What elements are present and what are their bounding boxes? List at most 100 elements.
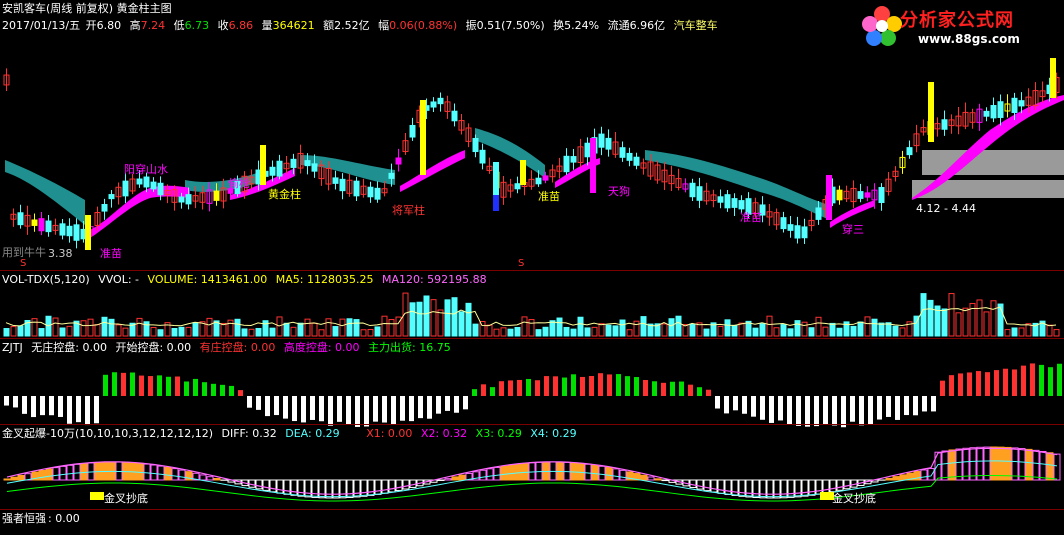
divider-vol-zjtj xyxy=(0,338,1064,339)
candle-body xyxy=(430,101,437,108)
jc-diff: DIFF: 0.32 xyxy=(221,427,277,440)
volume-bar xyxy=(612,325,619,337)
annotation-touqiang: 偷枪 xyxy=(228,177,250,190)
jc-down-bar xyxy=(717,479,725,494)
volume-bar xyxy=(465,302,472,337)
zjtj-down-bar xyxy=(13,396,18,408)
highlight-candle xyxy=(928,82,934,142)
jc-down-bar xyxy=(304,479,312,498)
resistance-zone xyxy=(922,150,1064,175)
zjtj-down-bar xyxy=(40,396,45,416)
zjtj-up-bar xyxy=(1039,364,1044,396)
volume-bar xyxy=(157,329,164,337)
jc-up-bar xyxy=(976,446,984,481)
zjtj-down-bar xyxy=(364,396,369,427)
candle-body xyxy=(332,177,339,184)
candle-body xyxy=(997,101,1004,118)
jc-down-bar xyxy=(283,479,291,495)
volume-bar xyxy=(899,327,906,337)
highlight-candle xyxy=(85,215,91,250)
candle-body xyxy=(619,147,626,158)
volume-bar xyxy=(360,329,367,337)
jc-up-bar xyxy=(73,463,81,481)
jc-up-bar xyxy=(969,447,977,481)
signal-s1: S xyxy=(20,258,27,269)
candle-body xyxy=(983,110,990,117)
jc-down-bar xyxy=(269,479,277,493)
zjtj-up-bar xyxy=(220,384,225,396)
zjtj-down-bar xyxy=(913,396,918,416)
volume-bar xyxy=(556,317,563,337)
jc-down-bar xyxy=(297,479,305,497)
jc-down-bar xyxy=(745,479,753,498)
jc-down-bar xyxy=(836,479,844,491)
jc-down-bar xyxy=(710,479,718,493)
candle-body xyxy=(472,137,479,153)
zjtj-up-bar xyxy=(607,374,612,396)
zjtj-up-bar xyxy=(472,389,477,396)
volume-bar xyxy=(948,293,955,337)
volume-bar xyxy=(605,324,612,337)
zjtj-down-bar xyxy=(85,396,90,426)
candle-body xyxy=(143,176,150,188)
annotation-zhunmiao-3: 准苗 xyxy=(740,211,762,224)
zjtj-up-bar xyxy=(589,375,594,396)
zjtj-up-bar xyxy=(1021,365,1026,396)
candle-body xyxy=(696,186,703,201)
jc-x3: X3: 0.29 xyxy=(475,427,522,440)
candle-body xyxy=(878,187,885,203)
zjtj-wuzhuang: 无庄控盘: 0.00 xyxy=(31,341,107,354)
jc-up-bar xyxy=(1039,450,1047,481)
volume-bar xyxy=(780,324,787,337)
candle-body xyxy=(136,178,143,185)
volume-bar xyxy=(885,322,892,337)
zjtj-down-bar xyxy=(841,396,846,428)
candle-body xyxy=(276,160,283,177)
jc-down-bar xyxy=(787,479,795,498)
volume-bar xyxy=(598,323,605,337)
jc-down-bar xyxy=(262,479,270,491)
highlight-candle xyxy=(590,138,596,193)
zjtj-up-bar xyxy=(193,378,198,396)
jc-up-bar xyxy=(52,467,60,481)
zjtj-up-bar xyxy=(562,377,567,396)
volume-bar xyxy=(241,328,248,337)
jc-up-bar xyxy=(591,464,599,481)
volume-bar xyxy=(80,320,87,337)
volume-bar xyxy=(192,322,199,337)
zjtj-down-bar xyxy=(715,396,720,409)
jc-down-bar xyxy=(367,479,375,496)
jc-up-bar xyxy=(171,468,179,481)
volume-bar xyxy=(591,326,598,337)
jc-down-bar xyxy=(843,479,851,490)
zjtj-down-bar xyxy=(319,396,324,422)
volume-bar xyxy=(269,327,276,337)
jc-down-bar xyxy=(276,479,284,494)
volume-bar xyxy=(619,319,626,337)
zjtj-down-bar xyxy=(769,396,774,423)
volume-bar xyxy=(31,318,38,337)
zjtj-down-bar xyxy=(391,396,396,425)
candle-body xyxy=(731,198,738,208)
volume-bar xyxy=(430,299,437,337)
volume-bar xyxy=(59,327,66,337)
zjtj-up-bar xyxy=(994,370,999,396)
zjtj-up-bar xyxy=(229,385,234,396)
zjtj-down-bar xyxy=(373,396,378,422)
zjtj-up-bar xyxy=(508,380,513,396)
volume-bar xyxy=(318,329,325,337)
strong-value: : 0.00 xyxy=(48,512,80,525)
jc-up-bar xyxy=(157,465,165,481)
volume-bar xyxy=(101,316,108,337)
jc-up-bar xyxy=(612,468,620,481)
zjtj-up-bar xyxy=(121,372,126,396)
zjtj-up-bar xyxy=(598,373,603,396)
candle-body xyxy=(780,217,787,230)
jc-up-bar xyxy=(892,476,900,481)
jc-buy-marker-2 xyxy=(820,492,834,500)
candle-body xyxy=(451,110,458,122)
candle-body xyxy=(738,200,745,210)
volume-bar xyxy=(675,315,682,337)
volume-bar xyxy=(794,320,801,337)
volume-bar xyxy=(836,327,843,337)
